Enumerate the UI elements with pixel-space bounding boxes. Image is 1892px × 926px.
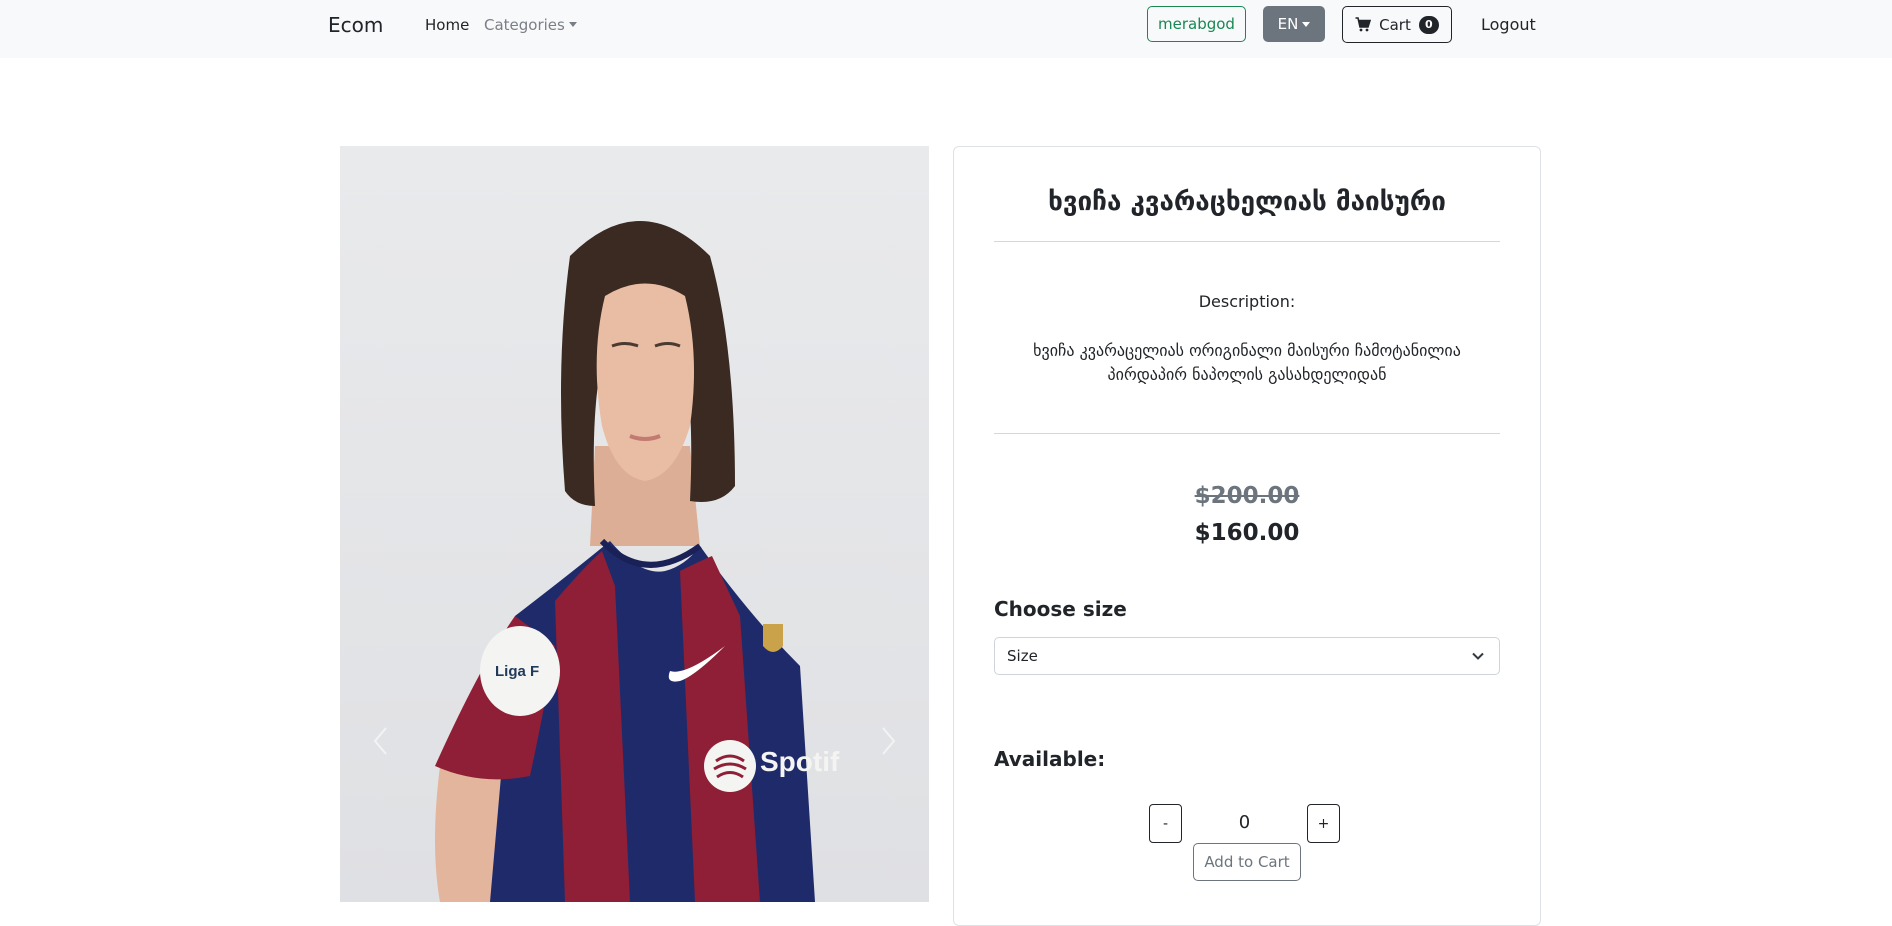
minus-label: - [1162,815,1169,832]
nav-home-link[interactable]: Home [425,16,469,34]
cart-label: Cart [1379,15,1411,34]
choose-size-label: Choose size [994,597,1127,621]
nav-categories-dropdown[interactable]: Categories [484,16,577,34]
user-button-label: merabgod [1158,15,1235,33]
divider [994,241,1500,242]
language-dropdown[interactable]: EN [1263,6,1325,42]
svg-text:Liga F: Liga F [495,663,539,680]
size-select[interactable]: Size [994,637,1500,675]
description-label: Description: [1198,292,1296,311]
add-to-cart-button[interactable]: Add to Cart [1193,843,1301,881]
product-photo: Liga F Spotif [340,146,929,902]
product-description: ხვიჩა კვარაცელიას ორიგინალი მაისური ჩამო… [1033,341,1461,384]
current-price: $160.00 [1194,520,1300,546]
quantity-decrease-button[interactable]: - [1149,804,1182,843]
carousel-next-button[interactable] [869,716,909,766]
carousel-prev-button[interactable] [360,716,400,766]
cart-button[interactable]: Cart 0 [1342,6,1452,43]
navbar: Ecom Home Categories merabgod EN Cart 0 … [0,0,1892,58]
logout-link[interactable]: Logout [1481,15,1536,34]
product-card: ხვიჩა კვარაცხელიას მაისური Description: … [953,146,1541,926]
caret-down-icon [568,22,577,27]
cart-count-badge: 0 [1418,15,1439,34]
chevron-left-icon [373,727,387,755]
chevron-right-icon [882,727,896,755]
nav-categories-label: Categories [484,16,565,34]
language-label: EN [1277,15,1299,33]
quantity-increase-button[interactable]: + [1307,804,1340,843]
user-button[interactable]: merabgod [1147,6,1246,42]
divider [994,433,1500,434]
available-label: Available: [994,747,1106,771]
plus-label: + [1317,815,1330,832]
chevron-down-icon [1472,652,1484,660]
size-select-value: Size [1007,647,1038,665]
caret-down-icon [1302,21,1311,27]
cart-icon [1355,17,1372,32]
add-to-cart-label: Add to Cart [1204,853,1290,871]
product-image-carousel: Liga F Spotif [340,146,929,902]
svg-text:Spotif: Spotif [760,746,840,777]
product-title: ხვიჩა კვარაცხელიას მაისური [1048,187,1446,217]
quantity-value: 0 [1238,812,1251,833]
old-price: $200.00 [1194,483,1300,509]
brand-logo[interactable]: Ecom [328,13,383,37]
